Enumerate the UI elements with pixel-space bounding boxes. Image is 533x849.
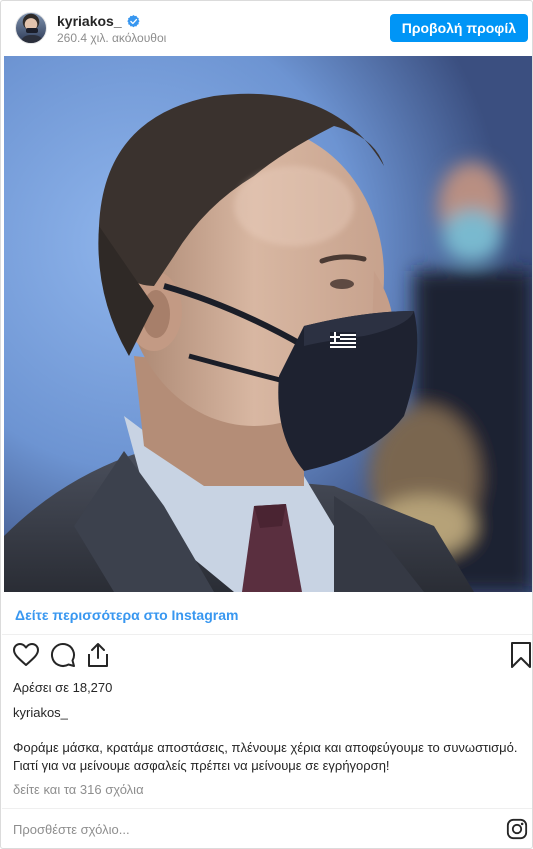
username[interactable]: kyriakos_ xyxy=(57,13,122,29)
avatar-mask xyxy=(26,28,38,33)
add-comment-placeholder[interactable]: Προσθέστε σχόλιο... xyxy=(13,822,130,837)
post-author[interactable]: kyriakos_ xyxy=(13,705,68,720)
instagram-embed-card: kyriakos_ 260.4 χιλ. ακόλουθοι Προβολή π… xyxy=(0,0,533,849)
share-icon[interactable] xyxy=(84,641,112,669)
divider xyxy=(2,634,532,635)
view-all-comments-link[interactable]: δείτε και τα 316 σχόλια xyxy=(13,782,144,797)
heart-icon[interactable] xyxy=(12,641,40,669)
post-image[interactable] xyxy=(4,56,532,592)
post-header: kyriakos_ 260.4 χιλ. ακόλουθοι Προβολή π… xyxy=(1,1,532,55)
bookmark-icon[interactable] xyxy=(507,641,533,669)
add-comment-bar[interactable]: Προσθέστε σχόλιο... xyxy=(1,808,532,848)
avatar-suit xyxy=(20,35,44,43)
username-row: kyriakos_ xyxy=(57,13,166,29)
instagram-logo-icon[interactable] xyxy=(506,818,528,840)
action-bar xyxy=(1,641,532,675)
comment-icon[interactable] xyxy=(48,641,76,669)
verified-badge-icon xyxy=(126,14,140,27)
user-block: kyriakos_ 260.4 χιλ. ακόλουθοι xyxy=(57,13,166,45)
post-caption: Φοράμε μάσκα, κρατάμε αποστάσεις, πλένου… xyxy=(13,740,518,773)
post-photo-illustration xyxy=(4,56,532,592)
like-count[interactable]: Αρέσει σε 18,270 xyxy=(13,680,112,695)
view-profile-button[interactable]: Προβολή προφίλ xyxy=(389,14,528,42)
avatar[interactable] xyxy=(15,12,47,44)
see-more-on-instagram-link[interactable]: Δείτε περισσότερα στο Instagram xyxy=(15,607,238,623)
follower-count: 260.4 χιλ. ακόλουθοι xyxy=(57,31,167,45)
